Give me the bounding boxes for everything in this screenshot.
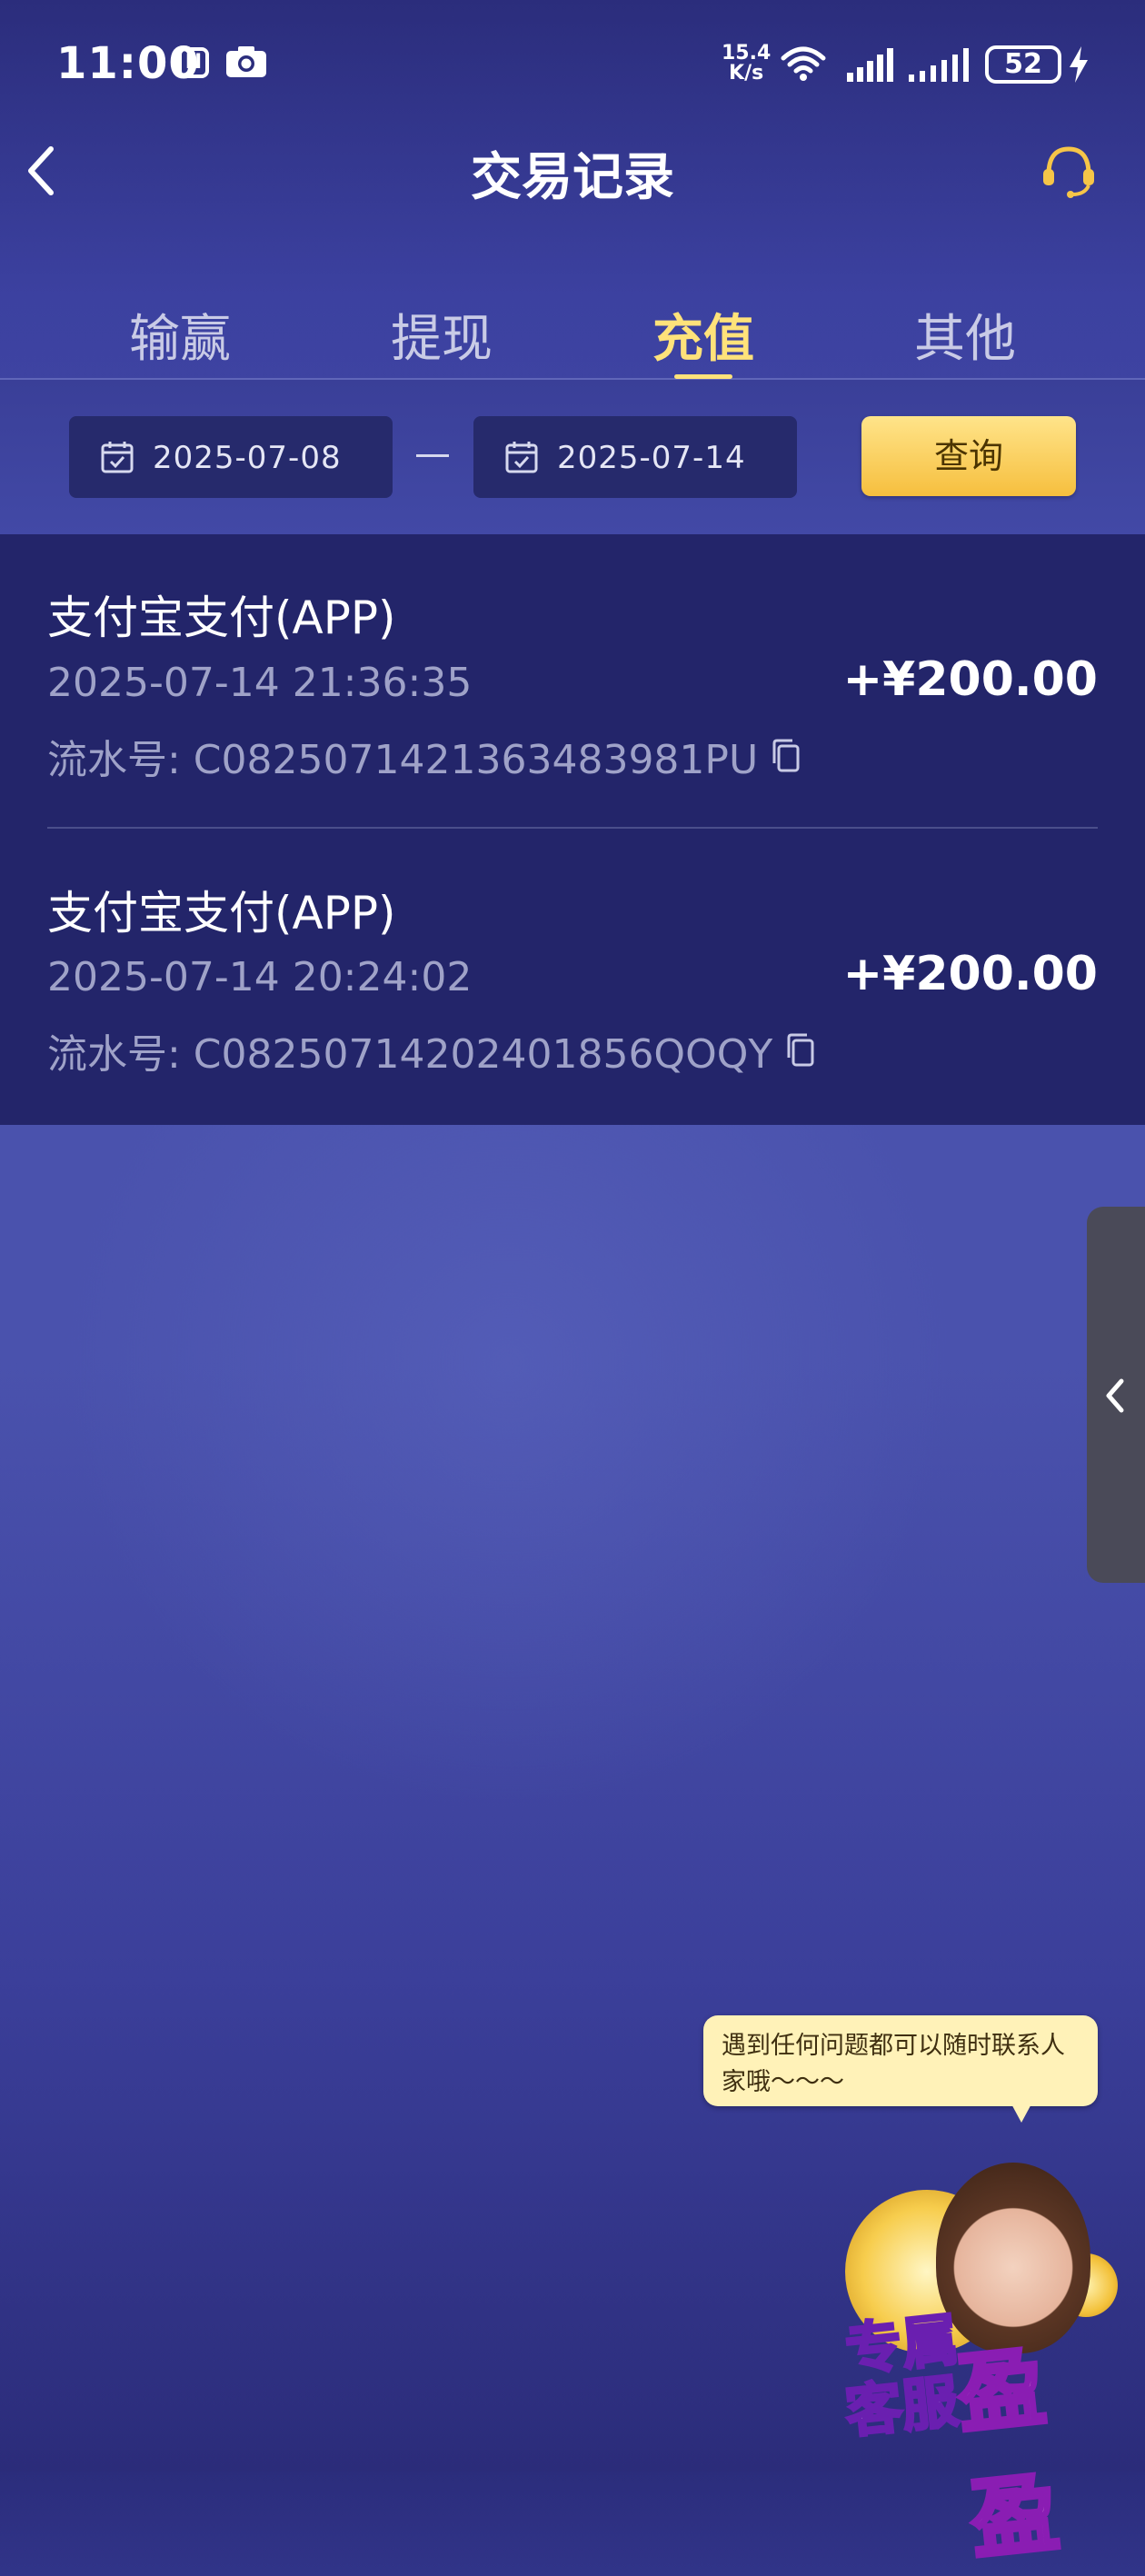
chevron-left-icon bbox=[1106, 1378, 1124, 1413]
record-amount: +¥200.00 bbox=[842, 947, 1098, 1001]
tab-win-loss[interactable]: 输赢 bbox=[98, 298, 262, 372]
start-date-picker[interactable]: 2025-07-08 bbox=[69, 416, 393, 498]
camera-icon bbox=[226, 46, 266, 77]
copy-icon[interactable] bbox=[771, 738, 802, 774]
tab-other[interactable]: 其他 bbox=[883, 298, 1047, 372]
side-drawer-handle[interactable] bbox=[1087, 1207, 1145, 1583]
end-date-value: 2025-07-14 bbox=[557, 440, 746, 476]
tab-recharge[interactable]: 充值 bbox=[622, 298, 785, 372]
badge-line-2: 客服 bbox=[841, 2366, 963, 2447]
signal-icon-2 bbox=[909, 48, 969, 82]
signal-icon bbox=[847, 48, 893, 82]
record-serial-row: 流水号: C0825071421363483981PU bbox=[47, 727, 802, 785]
query-button[interactable]: 查询 bbox=[861, 416, 1076, 496]
headset-icon[interactable] bbox=[1040, 142, 1098, 200]
record-divider bbox=[47, 827, 1098, 829]
record-serial-row: 流水号: C08250714202401856QOQY bbox=[47, 1021, 816, 1079]
badge-name: 盈盈 bbox=[951, 2334, 1065, 2574]
record-title: 支付宝支付(APP) bbox=[47, 592, 396, 644]
copy-icon[interactable] bbox=[785, 1032, 816, 1069]
record-serial: 流水号: C08250714202401856QOQY bbox=[47, 1031, 773, 1078]
calendar-icon bbox=[101, 442, 134, 473]
tab-withdraw[interactable]: 提现 bbox=[360, 298, 523, 372]
page-title: 交易记录 bbox=[471, 148, 674, 207]
record-serial: 流水号: C0825071421363483981PU bbox=[47, 737, 759, 783]
battery-indicator: 52 bbox=[985, 45, 1061, 84]
wifi-icon bbox=[781, 46, 826, 81]
bubble-tail bbox=[1009, 2099, 1034, 2123]
start-date-value: 2025-07-08 bbox=[153, 440, 342, 476]
charging-icon bbox=[1070, 46, 1088, 83]
record-title: 支付宝支付(APP) bbox=[47, 887, 396, 940]
nfc-icon: N bbox=[178, 47, 209, 78]
record-time: 2025-07-14 20:24:02 bbox=[47, 954, 473, 1000]
network-speed-unit: K/s bbox=[729, 62, 764, 85]
active-tab-indicator bbox=[674, 374, 732, 379]
record-amount: +¥200.00 bbox=[842, 652, 1098, 707]
network-speed: 15.4 K/s bbox=[722, 44, 771, 84]
end-date-picker[interactable]: 2025-07-14 bbox=[473, 416, 797, 498]
customer-service-badge[interactable]: 专属 客服 盈盈 bbox=[827, 2153, 1136, 2573]
record-time: 2025-07-14 21:36:35 bbox=[47, 660, 473, 706]
network-speed-value: 15.4 bbox=[722, 42, 772, 65]
date-range-separator bbox=[416, 454, 449, 457]
support-tip-bubble: 遇到任何问题都可以随时联系人家哦～～～ bbox=[703, 2015, 1098, 2106]
calendar-icon bbox=[505, 442, 538, 473]
